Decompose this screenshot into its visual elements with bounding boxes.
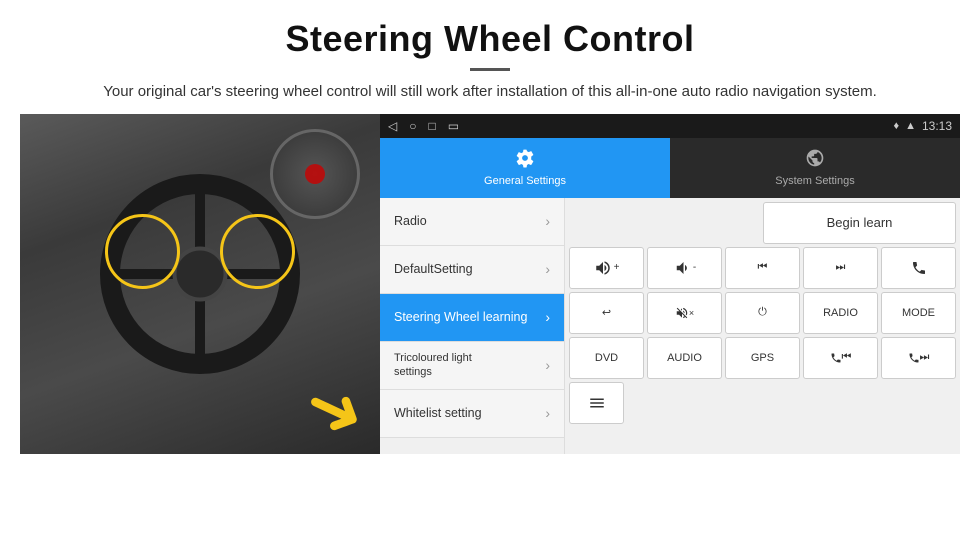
buttons-panel: Begin learn + - ⏮ ⏭	[565, 198, 960, 454]
menu-item-steering-label: Steering Wheel learning	[394, 310, 545, 324]
main-content: ➜ ◁ ○ □ ▭ ♦ ▲ 13:13	[0, 114, 980, 454]
dvd-button[interactable]: DVD	[569, 337, 644, 379]
return-button[interactable]: ↩	[569, 292, 644, 334]
page-header: Steering Wheel Control Your original car…	[0, 0, 980, 114]
audio-button[interactable]: AUDIO	[647, 337, 722, 379]
tab-general-label: General Settings	[484, 175, 566, 187]
call-next-button[interactable]: ⏭	[881, 337, 956, 379]
home-icon: ○	[409, 119, 416, 133]
page-description: Your original car's steering wheel contr…	[40, 81, 940, 104]
highlight-circle-left	[105, 214, 180, 289]
menu-item-default[interactable]: DefaultSetting ›	[380, 246, 564, 294]
cast-icon: ▭	[448, 119, 459, 133]
mute-button[interactable]: ×	[647, 292, 722, 334]
prev-track-button[interactable]: ⏮	[725, 247, 800, 289]
next-track-button[interactable]: ⏭	[803, 247, 878, 289]
chevron-right-icon-3: ›	[545, 309, 550, 325]
call-prev-button[interactable]: ⏮	[803, 337, 878, 379]
chevron-right-icon-2: ›	[545, 261, 550, 277]
gps-button[interactable]: GPS	[725, 337, 800, 379]
vol-down-button[interactable]: -	[647, 247, 722, 289]
status-bar: ◁ ○ □ ▭ ♦ ▲ 13:13	[380, 114, 960, 138]
menu-item-tricoloured-label: Tricoloured light settings	[394, 351, 545, 380]
menu-item-steering[interactable]: Steering Wheel learning ›	[380, 294, 564, 342]
vol-up-button[interactable]: +	[569, 247, 644, 289]
control-row-0: Begin learn	[569, 202, 956, 244]
wifi-icon: ▲	[905, 120, 916, 132]
time-display: 13:13	[922, 119, 952, 133]
begin-learn-button[interactable]: Begin learn	[763, 202, 956, 244]
status-bar-right-icons: ♦ ▲ 13:13	[893, 119, 952, 133]
menu-item-radio[interactable]: Radio ›	[380, 198, 564, 246]
tab-bar: General Settings System Settings	[380, 138, 960, 198]
back-icon: ◁	[388, 119, 397, 133]
recent-icon: □	[428, 119, 435, 133]
status-bar-nav-icons: ◁ ○ □ ▭	[388, 119, 459, 133]
empty-cell	[569, 202, 760, 244]
control-row-4	[569, 382, 956, 424]
chevron-right-icon-4: ›	[545, 357, 550, 373]
mode-button[interactable]: MODE	[881, 292, 956, 334]
highlight-circle-right	[220, 214, 295, 289]
android-panel: ◁ ○ □ ▭ ♦ ▲ 13:13 General Settings	[380, 114, 960, 454]
general-settings-icon	[515, 148, 535, 173]
radio-button[interactable]: RADIO	[803, 292, 878, 334]
tab-general-settings[interactable]: General Settings	[380, 138, 670, 198]
control-row-3: DVD AUDIO GPS ⏮ ⏭	[569, 337, 956, 379]
menu-item-default-label: DefaultSetting	[394, 262, 545, 276]
system-settings-icon	[805, 148, 825, 173]
location-icon: ♦	[893, 120, 899, 132]
car-background: ➜	[20, 114, 380, 454]
call-button[interactable]	[881, 247, 956, 289]
title-divider	[470, 68, 510, 71]
tab-system-settings[interactable]: System Settings	[670, 138, 960, 198]
page-title: Steering Wheel Control	[40, 18, 940, 60]
menu-button[interactable]	[569, 382, 624, 424]
menu-item-radio-label: Radio	[394, 214, 545, 228]
tab-system-label: System Settings	[775, 175, 854, 187]
car-image: ➜	[20, 114, 380, 454]
control-row-2: ↩ × ⏻ RADIO MODE	[569, 292, 956, 334]
chevron-right-icon: ›	[545, 213, 550, 229]
menu-item-tricoloured[interactable]: Tricoloured light settings ›	[380, 342, 564, 390]
menu-items-list: Radio › DefaultSetting › Steering Wheel …	[380, 198, 565, 454]
steering-wheel	[100, 174, 300, 374]
menu-item-whitelist-label: Whitelist setting	[394, 406, 545, 420]
power-button[interactable]: ⏻	[725, 292, 800, 334]
begin-learn-label: Begin learn	[827, 215, 893, 230]
menu-item-whitelist[interactable]: Whitelist setting ›	[380, 390, 564, 438]
control-row-1: + - ⏮ ⏭	[569, 247, 956, 289]
menu-list: Radio › DefaultSetting › Steering Wheel …	[380, 198, 960, 454]
chevron-right-icon-5: ›	[545, 405, 550, 421]
